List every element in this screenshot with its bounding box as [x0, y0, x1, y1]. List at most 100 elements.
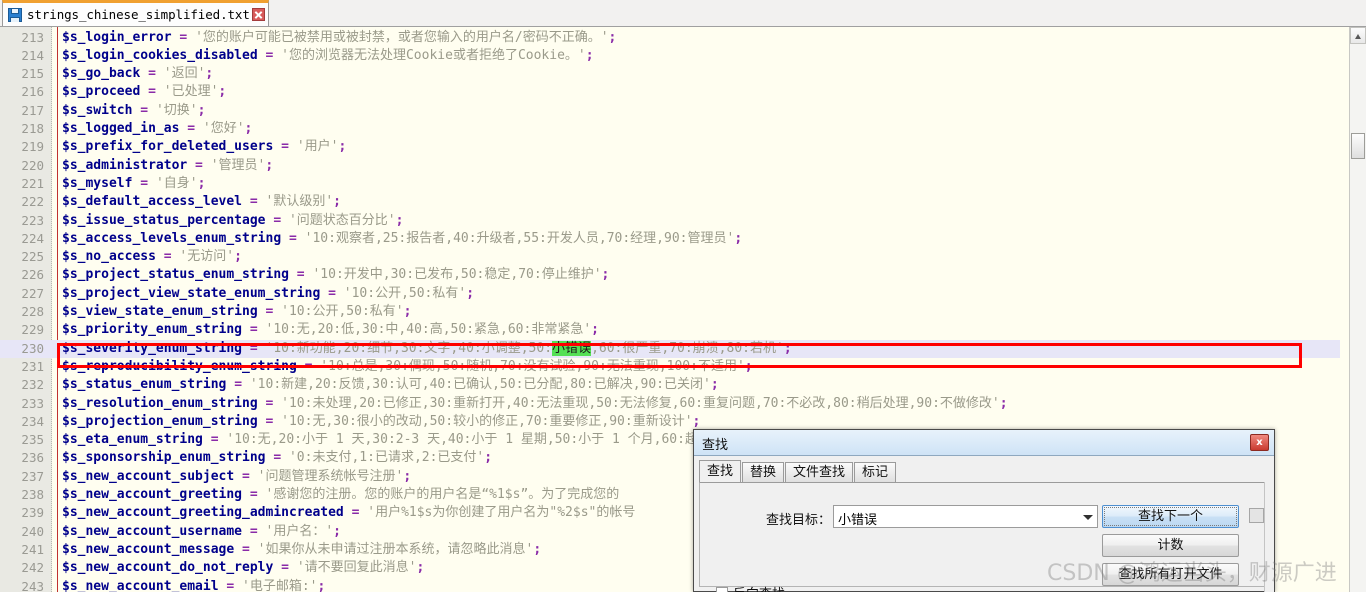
line-number: 236	[21, 450, 44, 466]
code-line[interactable]: 221 $s_myself = '自身';	[0, 175, 1340, 193]
code-line[interactable]: 229 $s_priority_enum_string = '10:无,20:低,…	[0, 321, 1340, 339]
dialog-tab-strip[interactable]: 查找 替换 文件查找 标记	[699, 460, 897, 483]
line-number: 223	[21, 212, 44, 228]
code-line[interactable]: 230 $s_severity_enum_string = '10:新功能,20:…	[0, 339, 1340, 358]
line-number: 242	[21, 560, 44, 576]
line-number: 226	[21, 267, 44, 283]
code-line[interactable]: 220 $s_administrator = '管理员';	[0, 157, 1340, 175]
code-line-text: $s_switch = '切换';	[62, 102, 206, 118]
find-tab-panel: 查找目标： 小错误 查找下一个 计数 查找所有打开文件 反向查找	[699, 482, 1267, 592]
dialog-title: 查找	[702, 438, 729, 453]
line-number: 227	[21, 285, 44, 301]
line-number: 234	[21, 413, 44, 429]
code-line-text: $s_reproducibility_enum_string = '10:总是,…	[62, 358, 753, 374]
line-number: 219	[21, 139, 44, 155]
line-number: 221	[21, 175, 44, 191]
count-button[interactable]: 计数	[1102, 534, 1239, 557]
line-number: 237	[21, 468, 44, 484]
backward-direction-label: 反向查找	[733, 583, 785, 592]
dialog-tab-3[interactable]: 标记	[854, 462, 897, 483]
code-line-text: $s_status_enum_string = '10:新建,20:反馈,30:…	[62, 377, 719, 393]
transparency-checkbox[interactable]	[1249, 508, 1264, 523]
code-line-text: $s_proceed = '已处理';	[62, 84, 227, 100]
line-number: 243	[21, 578, 44, 592]
code-line-text: $s_new_account_do_not_reply = '请不要回复此消息'…	[62, 560, 425, 576]
line-number: 240	[21, 523, 44, 539]
code-line[interactable]: 217 $s_switch = '切换';	[0, 102, 1340, 120]
code-line-text: $s_projection_enum_string = '10:无,30:很小的…	[62, 413, 701, 429]
code-line-text: $s_new_account_greeting_admincreated = '…	[62, 505, 636, 521]
dialog-title-bar[interactable]: 查找 x	[694, 430, 1274, 456]
code-line[interactable]: 226 $s_project_status_enum_string = '10:开…	[0, 266, 1340, 284]
code-line[interactable]: 225 $s_no_access = '无访问';	[0, 248, 1340, 266]
find-what-input[interactable]: 小错误	[833, 505, 1098, 528]
backward-direction-checkbox[interactable]	[716, 587, 728, 592]
close-x-icon[interactable]	[251, 8, 265, 21]
code-line[interactable]: 231 $s_reproducibility_enum_string = '10:…	[0, 358, 1340, 376]
line-number: 222	[21, 194, 44, 210]
code-line[interactable]: 227 $s_project_view_state_enum_string = '…	[0, 285, 1340, 303]
code-line[interactable]: 233 $s_resolution_enum_string = '10:未处理,2…	[0, 395, 1340, 413]
code-line-text: $s_new_account_greeting = '感谢您的注册。您的账户的用…	[62, 487, 620, 502]
line-number: 241	[21, 541, 44, 557]
code-line-text: $s_login_error = '您的账户可能已被禁用或被封禁，或者您输入的用…	[62, 29, 617, 45]
dialog-tab-2[interactable]: 文件查找	[785, 462, 854, 483]
code-line[interactable]: 216 $s_proceed = '已处理';	[0, 83, 1340, 101]
document-tab[interactable]: strings_chinese_simplified.txt	[2, 0, 269, 26]
code-line-text: $s_sponsorship_enum_string = '0:未支付,1:已请…	[62, 450, 493, 466]
vertical-scrollbar[interactable]	[1349, 27, 1366, 592]
code-line-text: $s_go_back = '返回';	[62, 66, 214, 82]
notepadpp-window: strings_chinese_simplified.txt 213 $s_log…	[0, 0, 1366, 592]
code-line-text: $s_new_account_username = '用户名：';	[62, 523, 341, 539]
code-line-text: $s_new_account_subject = '问题管理系统帐号注册';	[62, 468, 412, 484]
dialog-tab-1[interactable]: 替换	[742, 462, 785, 483]
code-line[interactable]: 232 $s_status_enum_string = '10:新建,20:反馈,…	[0, 376, 1340, 394]
code-line-text: $s_administrator = '管理员';	[62, 157, 274, 173]
find-next-button[interactable]: 查找下一个	[1102, 505, 1239, 528]
code-line-text: $s_default_access_level = '默认级别';	[62, 194, 341, 210]
dialog-close-icon[interactable]: x	[1250, 434, 1269, 451]
scroll-up-arrow-icon[interactable]	[1350, 27, 1366, 44]
code-line[interactable]: 224 $s_access_levels_enum_string = '10:观察…	[0, 230, 1340, 248]
line-number: 225	[21, 249, 44, 265]
find-all-open-files-button[interactable]: 查找所有打开文件	[1102, 563, 1239, 586]
code-line-text: $s_access_levels_enum_string = '10:观察者,2…	[62, 230, 743, 246]
code-line[interactable]: 223 $s_issue_status_percentage = '问题状态百分比…	[0, 212, 1340, 230]
scrollbar-thumb[interactable]	[1351, 133, 1365, 159]
dialog-tab-0[interactable]: 查找	[699, 460, 742, 483]
dialog-body: 查找替换文件查找标记 查找目标： 小错误 查找下一个 计数 查找所有打开文件 反…	[694, 456, 1274, 592]
line-number: 214	[21, 47, 44, 63]
code-line-text: $s_new_account_message = '如果你从未申请过注册本系统，…	[62, 541, 542, 557]
code-line-text: $s_resolution_enum_string = '10:未处理,20:已…	[62, 395, 1008, 411]
find-dialog[interactable]: 查找 x 查找 替换 文件查找 标记 查找目标： 小错误 查找下一个 计数 查找所有打…	[693, 429, 1275, 592]
line-number: 213	[21, 29, 44, 45]
code-line[interactable]: 228 $s_view_state_enum_string = '10:公开,50…	[0, 303, 1340, 321]
line-number: 230	[21, 340, 44, 356]
document-tab-bar: strings_chinese_simplified.txt	[0, 0, 1366, 27]
code-line[interactable]: 213 $s_login_error = '您的账户可能已被禁用或被封禁，或者您输…	[0, 29, 1340, 47]
find-what-value: 小错误	[838, 513, 878, 528]
code-line[interactable]: 219 $s_prefix_for_deleted_users = '用户';	[0, 138, 1340, 156]
line-number: 233	[21, 395, 44, 411]
document-tab-label: strings_chinese_simplified.txt	[27, 7, 250, 22]
code-line-text: $s_issue_status_percentage = '问题状态百分比';	[62, 212, 404, 228]
code-line-text: $s_eta_enum_string = '10:无,20:小于 1 天,30:…	[62, 432, 776, 448]
code-line-text: $s_prefix_for_deleted_users = '用户';	[62, 139, 347, 155]
code-line-text: $s_no_access = '无访问';	[62, 249, 242, 265]
code-line-text: $s_project_view_state_enum_string = '10:…	[62, 285, 475, 301]
line-number: 220	[21, 157, 44, 173]
line-number: 229	[21, 322, 44, 338]
code-line[interactable]: 218 $s_logged_in_as = '您好';	[0, 120, 1340, 138]
code-line-text: $s_severity_enum_string = '10:新功能,20:细节,…	[62, 340, 792, 356]
code-line-text: $s_view_state_enum_string = '10:公开,50:私有…	[62, 304, 412, 319]
line-number: 235	[21, 432, 44, 448]
code-line-text: $s_new_account_email = '电子邮箱:';	[62, 578, 326, 592]
find-what-label: 查找目标：	[766, 513, 832, 528]
line-number: 224	[21, 230, 44, 246]
code-line[interactable]: 222 $s_default_access_level = '默认级别';	[0, 193, 1340, 211]
chevron-down-icon[interactable]	[1083, 515, 1093, 520]
code-line[interactable]: 215 $s_go_back = '返回';	[0, 65, 1340, 83]
code-line[interactable]: 214 $s_login_cookies_disabled = '您的浏览器无法处…	[0, 47, 1340, 65]
code-line-text: $s_myself = '自身';	[62, 175, 206, 191]
line-number: 239	[21, 505, 44, 521]
